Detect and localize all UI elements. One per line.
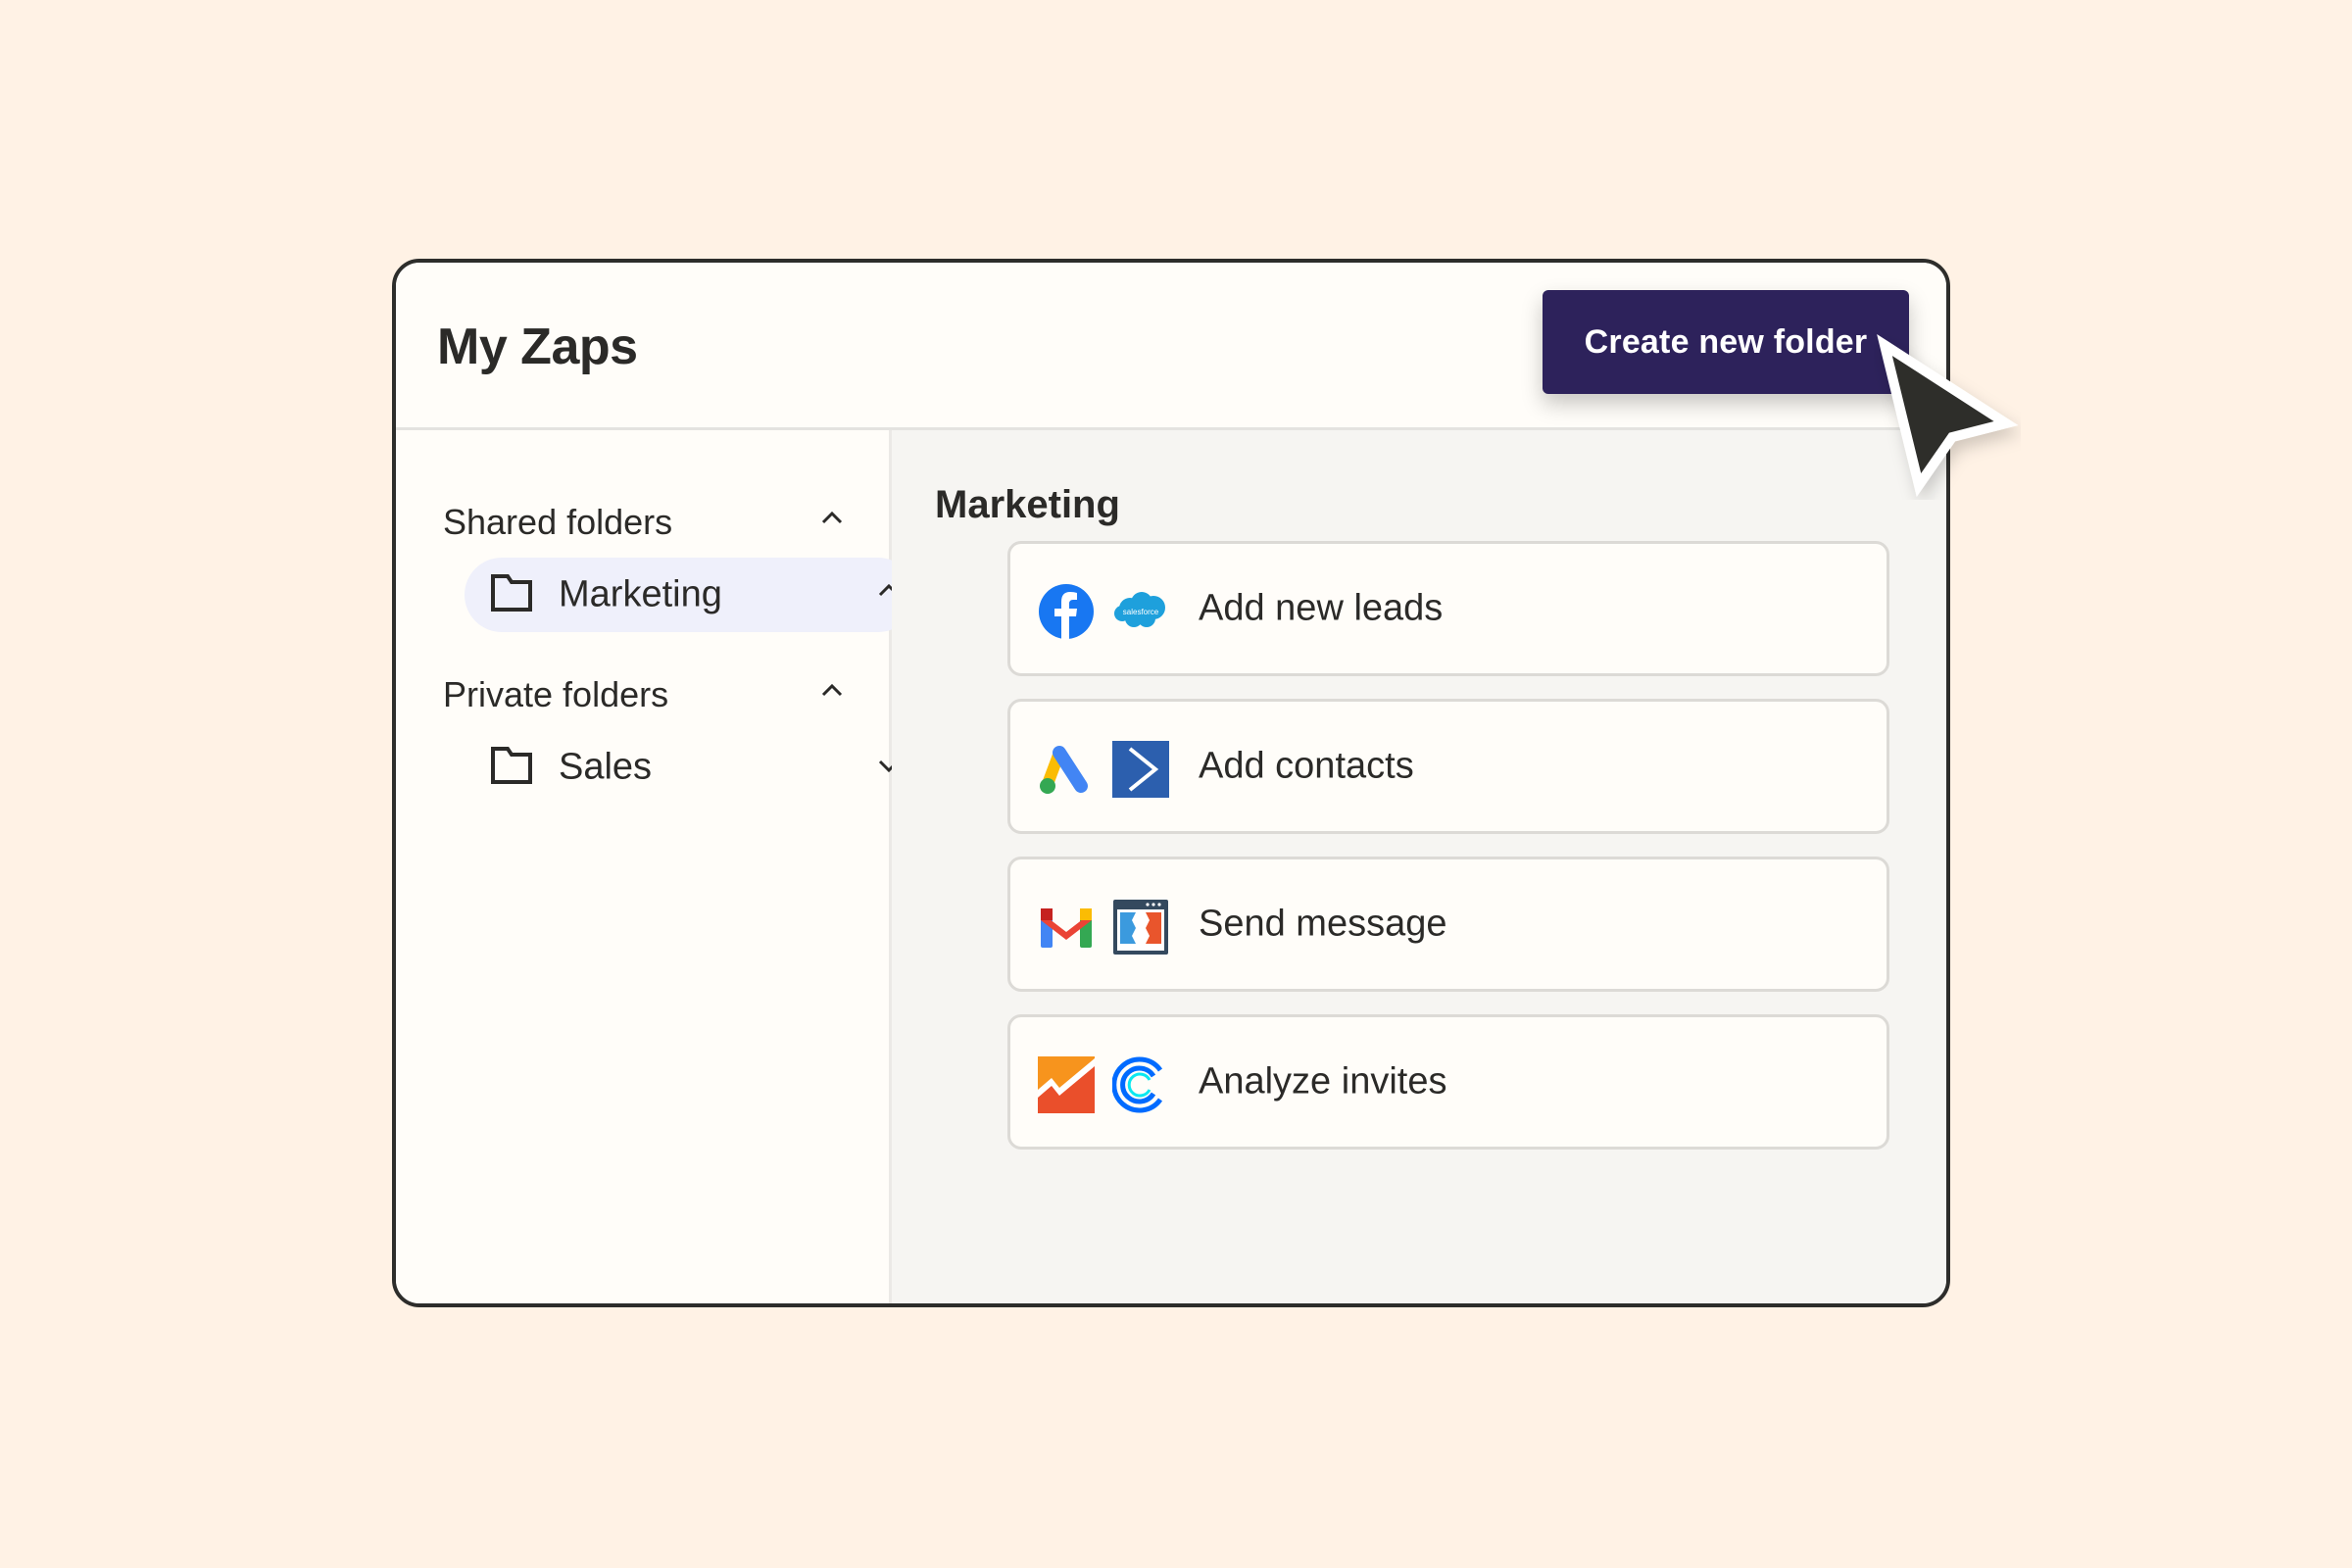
salesforce-icon: salesforce (1112, 583, 1169, 640)
sidebar-section-shared-folders[interactable]: Shared folders (443, 493, 855, 552)
activecampaign-icon (1112, 741, 1169, 798)
mouse-cursor-icon (1877, 333, 2019, 497)
section-label: Shared folders (443, 502, 673, 542)
folder-title: Marketing (935, 483, 1120, 526)
section-label: Private folders (443, 674, 669, 714)
google-ads-icon (1038, 741, 1095, 798)
chevron-up-icon[interactable] (821, 683, 843, 699)
facebook-icon (1038, 583, 1095, 640)
svg-text:salesforce: salesforce (1123, 608, 1159, 616)
my-zaps-window: My Zaps Create new folder Shared folders… (392, 259, 1950, 1307)
folder-icon (490, 573, 533, 612)
zap-row[interactable]: salesforce Add new leads (1007, 541, 1889, 676)
zap-label: Analyze invites (1199, 1060, 1447, 1102)
zap-row[interactable]: Add contacts (1007, 699, 1889, 834)
sidebar-section-private-folders[interactable]: Private folders (443, 665, 855, 724)
clickfunnels-icon (1112, 899, 1169, 956)
sidebar: Shared folders Marketing Private folders (396, 430, 915, 1303)
sidebar-item-label: Marketing (559, 573, 722, 615)
zap-label: Add contacts (1199, 745, 1414, 787)
zap-label: Add new leads (1199, 587, 1444, 629)
zap-label: Send message (1199, 903, 1447, 945)
create-new-folder-button[interactable]: Create new folder (1543, 290, 1909, 394)
zap-row[interactable]: Send message (1007, 857, 1889, 992)
header: My Zaps Create new folder (396, 263, 1946, 430)
google-analytics-icon (1038, 1056, 1095, 1113)
gmail-icon (1038, 899, 1095, 956)
folder-icon (490, 746, 533, 785)
calendly-icon (1111, 1056, 1169, 1113)
folder-content: Marketing salesforce Add new leads Add c… (892, 430, 1946, 1303)
sidebar-item-sales[interactable]: Sales (465, 730, 915, 805)
sidebar-item-marketing[interactable]: Marketing (465, 558, 915, 632)
zap-row[interactable]: Analyze invites (1007, 1014, 1889, 1150)
sidebar-item-label: Sales (559, 746, 653, 788)
page-title: My Zaps (437, 318, 638, 375)
chevron-up-icon[interactable] (821, 511, 843, 526)
